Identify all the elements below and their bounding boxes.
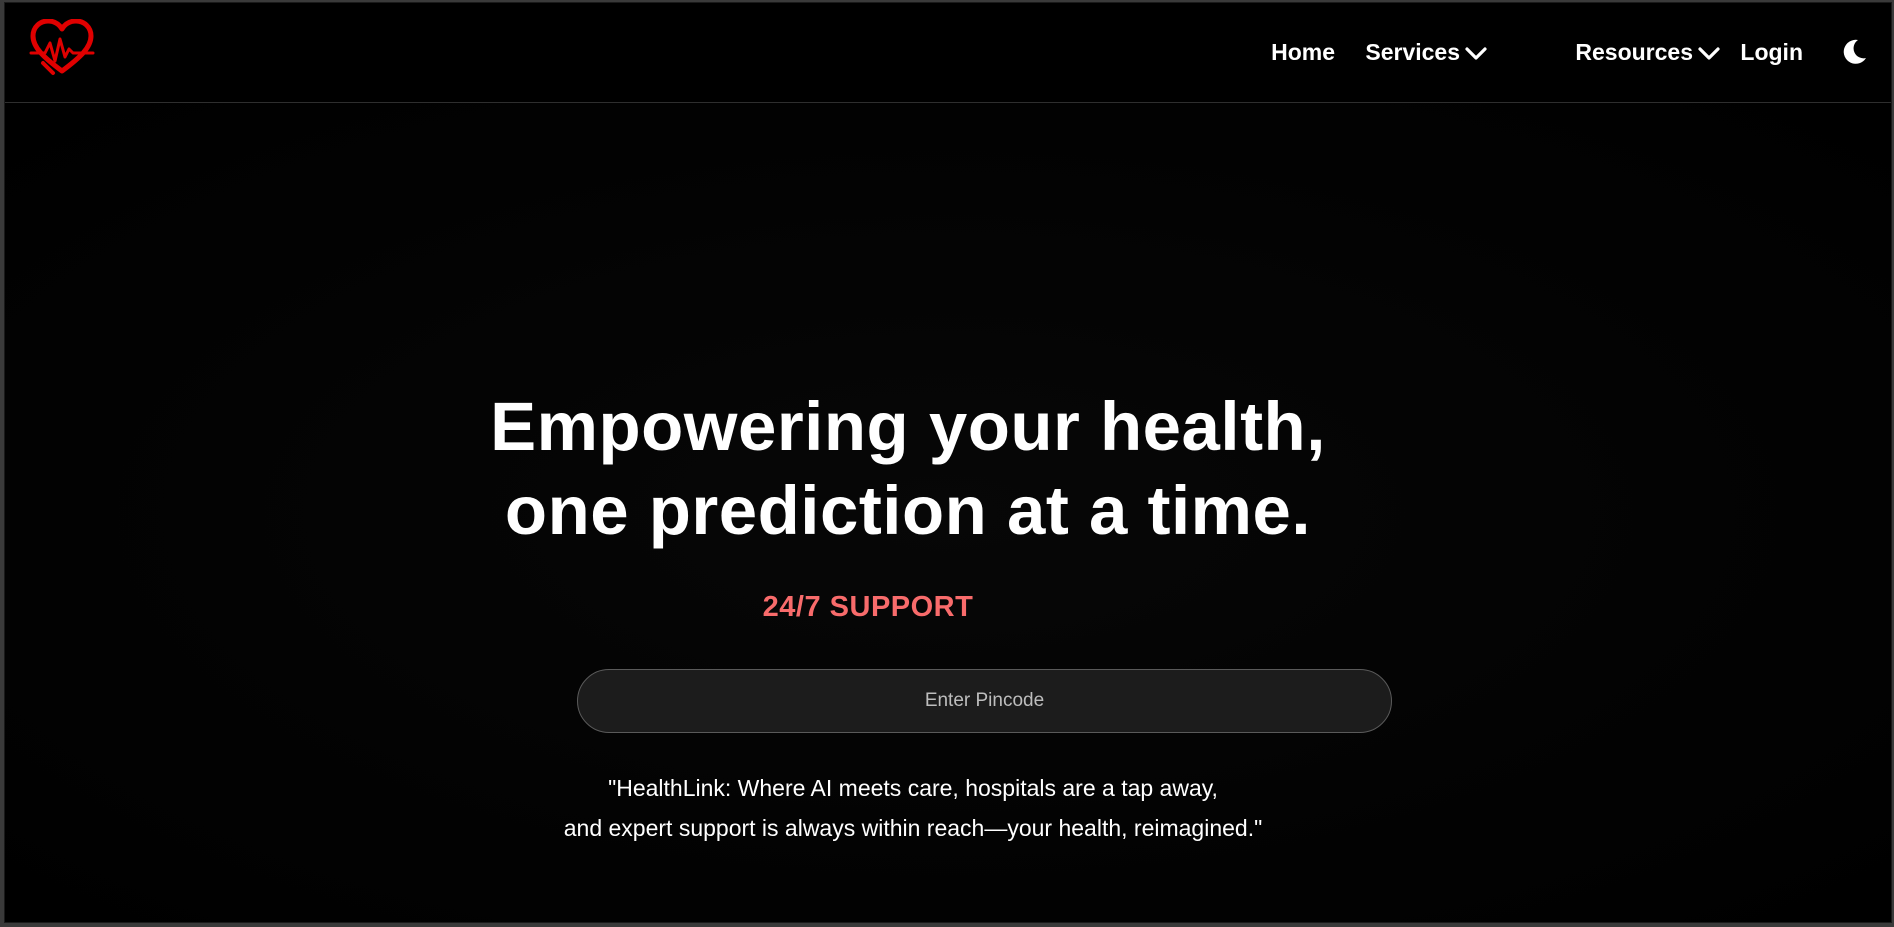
nav-services[interactable]: Services <box>1365 39 1488 66</box>
chevron-down-icon <box>1698 46 1720 60</box>
support-text: 24/7 SUPPORT <box>762 591 974 623</box>
heart-pulse-icon <box>29 18 95 75</box>
nav-home-label: Home <box>1271 39 1335 65</box>
page-frame: Home Services Resources Login Empowering… <box>4 2 1892 923</box>
hero-headline: Empowering your health, one prediction a… <box>5 385 1891 553</box>
theme-toggle-button[interactable] <box>1839 37 1869 67</box>
chevron-down-icon <box>1465 46 1487 60</box>
hero-quote: "HealthLink: Where AI meets care, hospit… <box>5 768 1891 848</box>
headline-line-2: one prediction at a time. <box>504 472 1312 549</box>
support-label: 24/7 SUPPORT <box>5 591 1891 624</box>
nav-resources[interactable]: Resources <box>1575 39 1721 66</box>
hero-section: Empowering your health, one prediction a… <box>5 103 1891 922</box>
pincode-field-wrapper <box>577 669 1392 733</box>
nav-login[interactable]: Login <box>1740 39 1803 66</box>
nav-login-label: Login <box>1740 39 1803 65</box>
quote-line-2: and expert support is always within reac… <box>563 815 1263 841</box>
moon-icon <box>1843 39 1866 64</box>
nav-services-label: Services <box>1365 39 1460 65</box>
pincode-input[interactable] <box>577 669 1392 733</box>
nav-home[interactable]: Home <box>1271 39 1335 66</box>
nav-resources-label: Resources <box>1575 39 1693 65</box>
headline-line-1: Empowering your health, <box>490 388 1326 465</box>
quote-line-1: "HealthLink: Where AI meets care, hospit… <box>608 775 1218 801</box>
logo-link[interactable] <box>29 18 95 77</box>
navbar: Home Services Resources Login <box>5 3 1891 103</box>
